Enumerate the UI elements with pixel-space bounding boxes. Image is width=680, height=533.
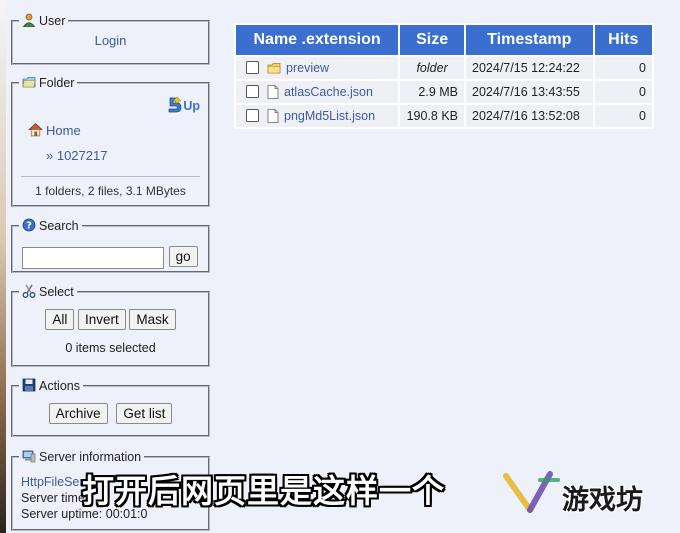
actions-legend-text: Actions: [39, 379, 80, 393]
folder-icon: [267, 63, 281, 74]
search-legend-text: Search: [39, 219, 79, 233]
server-icon: [22, 450, 36, 463]
user-legend-text: User: [39, 14, 66, 28]
up-button[interactable]: Up: [167, 96, 200, 114]
current-folder-path[interactable]: » 1027217: [46, 148, 107, 163]
invert-button[interactable]: Invert: [77, 309, 126, 330]
file-size: 190.8 KB: [400, 105, 465, 127]
table-row: preview folder 2024/7/15 12:24:22 0: [236, 57, 652, 79]
server-legend: Server information: [19, 449, 144, 464]
up-icon: [168, 96, 182, 113]
mask-button[interactable]: Mask: [129, 309, 176, 330]
file-hits: 0: [594, 81, 652, 103]
row-checkbox[interactable]: [246, 85, 259, 98]
video-subtitle: 打开后网页里是这样一个: [82, 472, 446, 510]
select-all-button[interactable]: All: [45, 309, 75, 330]
search-icon: ?: [22, 218, 36, 232]
folder-divider: [21, 176, 200, 177]
column-header-hits[interactable]: Hits: [594, 25, 652, 55]
selection-status: 0 items selected: [65, 341, 156, 355]
folder-panel: Folder Up Home » 1027217 1 folders, 2 fi…: [11, 75, 210, 207]
file-table: Name .extension Size Timestamp Hits prev…: [234, 23, 654, 129]
select-panel: Select All Invert Mask 0 items selected: [11, 284, 210, 367]
svg-text:?: ?: [26, 221, 32, 232]
file-hits: 0: [594, 105, 652, 127]
file-icon: [267, 109, 279, 123]
file-timestamp: 2024/7/16 13:43:55: [466, 81, 593, 103]
get-list-button[interactable]: Get list: [116, 403, 173, 424]
select-legend-text: Select: [39, 285, 74, 299]
select-legend: Select: [19, 284, 77, 299]
home-link: Home: [46, 123, 81, 138]
file-icon: [267, 85, 279, 99]
file-hits: 0: [594, 57, 652, 79]
home-icon: [28, 123, 43, 137]
column-header-timestamp[interactable]: Timestamp: [466, 25, 593, 55]
background-strip: [0, 0, 6, 533]
column-header-size[interactable]: Size: [400, 25, 465, 55]
file-link[interactable]: preview: [286, 61, 329, 75]
file-size: folder: [400, 57, 465, 79]
user-icon: [22, 13, 36, 27]
home-link-row[interactable]: Home: [28, 122, 81, 138]
login-link[interactable]: Login: [95, 33, 127, 48]
folder-icon: [22, 77, 36, 88]
watermark-logo: [503, 471, 560, 513]
folder-legend: Folder: [19, 75, 77, 90]
table-row: pngMd5List.json 190.8 KB 2024/7/16 13:52…: [236, 105, 652, 127]
server-legend-text: Server information: [39, 450, 142, 464]
actions-legend: Actions: [19, 378, 83, 393]
watermark-text: 游戏坊: [562, 485, 643, 516]
scissors-icon: [22, 284, 36, 298]
up-label: Up: [183, 99, 200, 113]
search-input[interactable]: [22, 246, 164, 269]
table-row: atlasCache.json 2.9 MB 2024/7/16 13:43:5…: [236, 81, 652, 103]
file-size: 2.9 MB: [400, 81, 465, 103]
row-checkbox[interactable]: [246, 109, 259, 122]
folder-stats: 1 folders, 2 files, 3.1 MBytes: [35, 184, 186, 198]
user-panel: User Login: [11, 13, 210, 65]
column-header-name[interactable]: Name .extension: [236, 25, 399, 55]
table-header-row: Name .extension Size Timestamp Hits: [236, 25, 652, 55]
archive-button[interactable]: Archive: [48, 403, 108, 424]
actions-panel: Actions Archive Get list: [11, 378, 210, 437]
go-button[interactable]: go: [168, 246, 198, 267]
file-link[interactable]: pngMd5List.json: [284, 109, 375, 123]
row-checkbox[interactable]: [246, 61, 259, 74]
file-link[interactable]: atlasCache.json: [284, 85, 373, 99]
save-icon: [22, 378, 36, 392]
search-legend: ? Search: [19, 218, 82, 233]
file-timestamp: 2024/7/15 12:24:22: [466, 57, 593, 79]
file-timestamp: 2024/7/16 13:52:08: [466, 105, 593, 127]
user-legend: User: [19, 13, 68, 28]
folder-legend-text: Folder: [39, 76, 75, 90]
search-panel: ? Search go: [11, 218, 210, 273]
